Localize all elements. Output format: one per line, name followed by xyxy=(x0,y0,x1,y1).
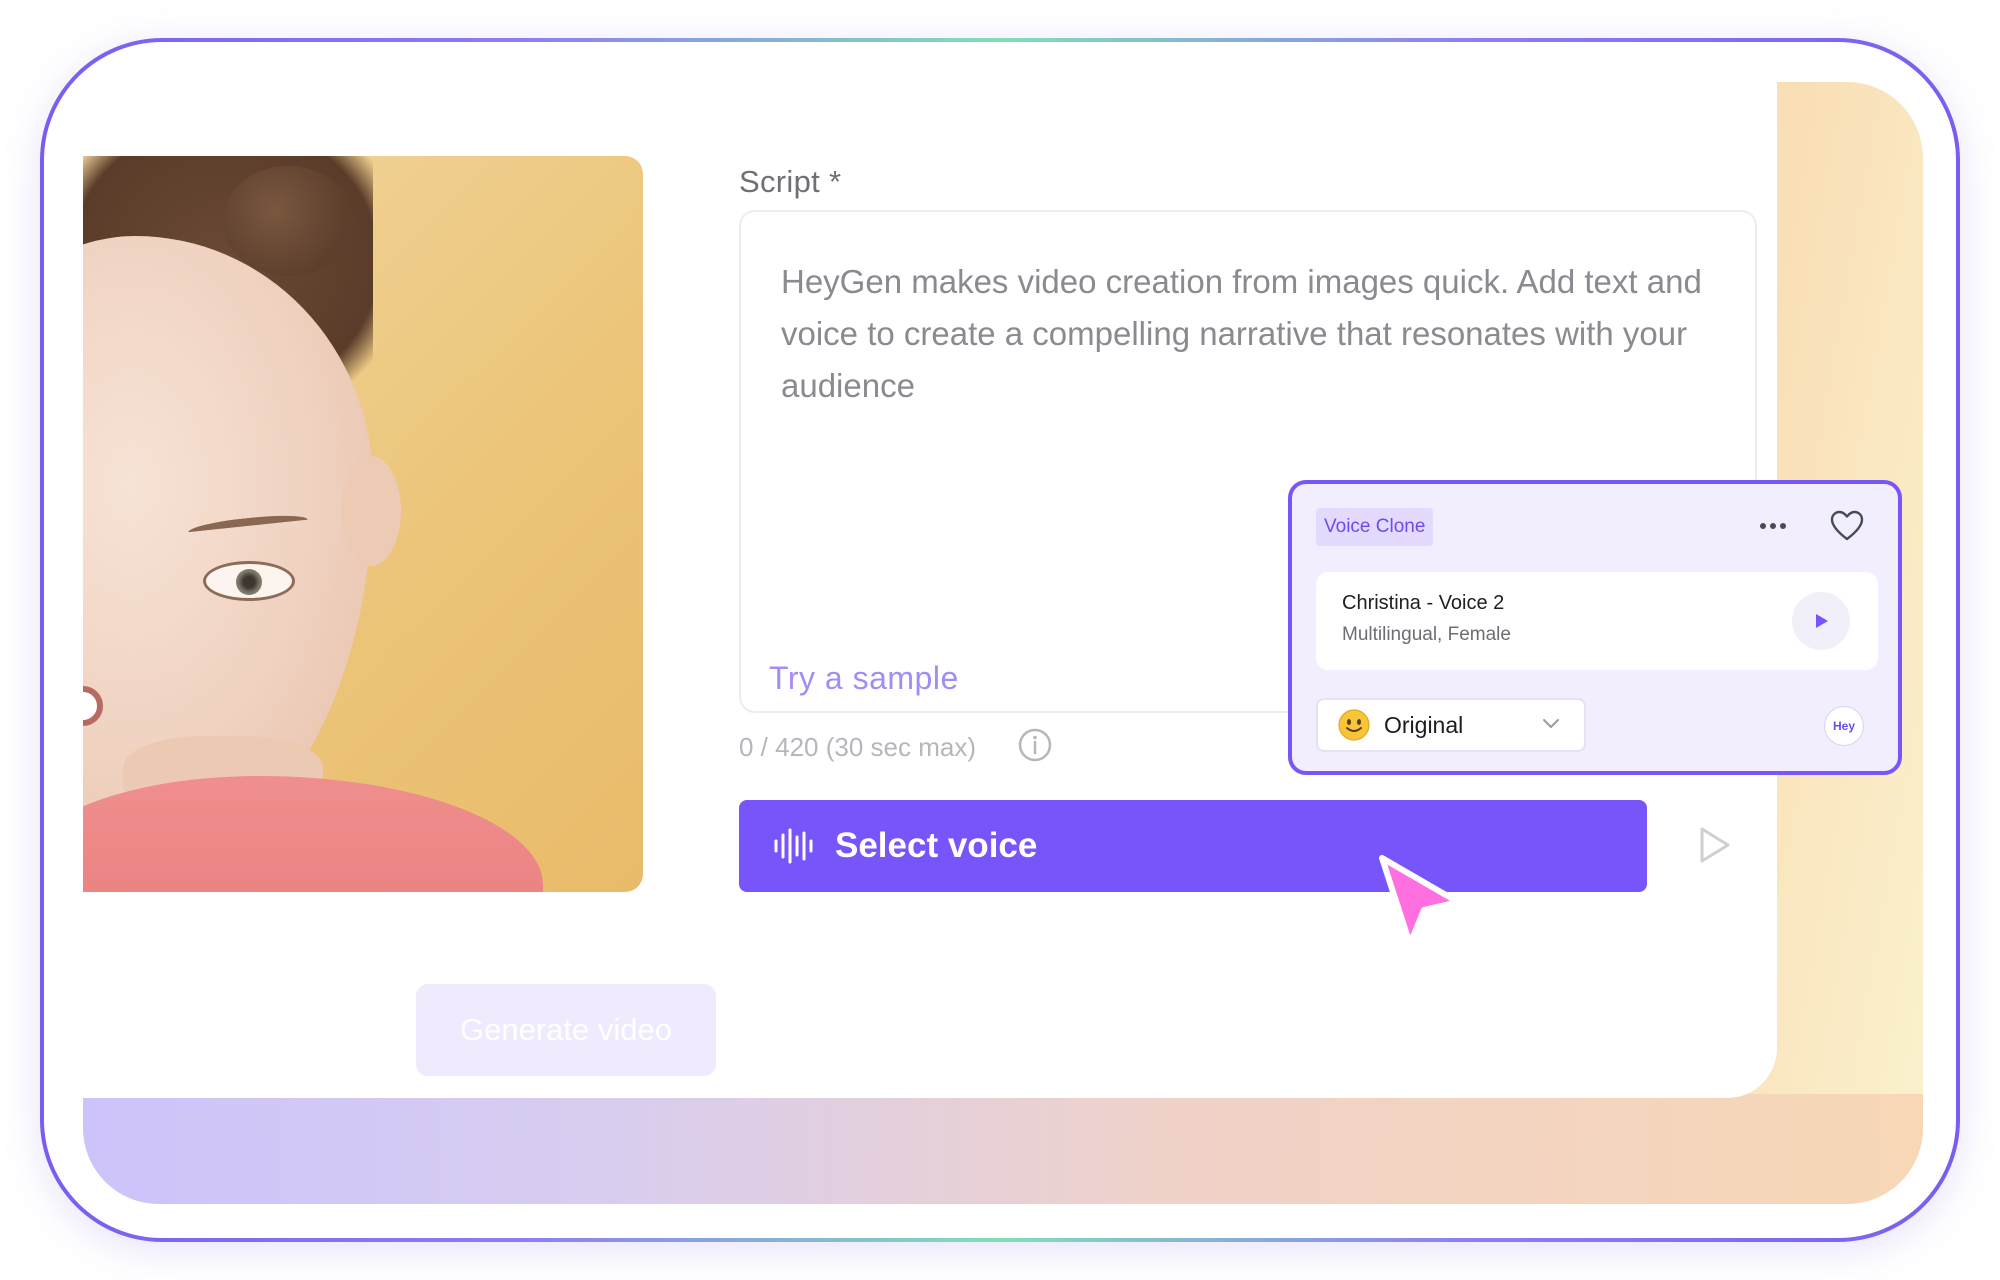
voice-card[interactable]: Christina - Voice 2 Multilingual, Female xyxy=(1316,572,1878,670)
smile-emoji-icon xyxy=(1338,709,1370,741)
avatar-ear xyxy=(341,456,401,566)
avatar-shirt xyxy=(83,776,543,892)
info-icon[interactable] xyxy=(1018,728,1052,762)
heygen-logo-text: Hey xyxy=(1832,719,1855,733)
voice-name: Christina - Voice 2 xyxy=(1342,592,1505,614)
voice-preview-play-button[interactable] xyxy=(1792,592,1850,650)
avatar-hair-bun xyxy=(223,166,353,276)
play-icon[interactable] xyxy=(1693,824,1735,866)
heygen-logo: Hey xyxy=(1824,706,1864,746)
select-voice-button[interactable]: Select voice xyxy=(739,800,1647,892)
try-sample-link[interactable]: Try a sample xyxy=(769,660,959,697)
script-label: Script * xyxy=(739,164,842,199)
character-counter: 0 / 420 (30 sec max) xyxy=(739,732,976,762)
chevron-down-icon xyxy=(1543,719,1559,728)
audio-wave-icon xyxy=(774,828,813,864)
voice-clone-badge: Voice Clone xyxy=(1316,508,1434,546)
avatar-eye xyxy=(203,561,295,601)
emotion-select-value: Original xyxy=(1384,711,1464,738)
voice-clone-popup: Voice Clone Christina - Voice 2 Multilin… xyxy=(1288,480,1902,775)
emotion-select[interactable]: Original xyxy=(1316,698,1586,752)
script-text[interactable]: HeyGen makes video creation from images … xyxy=(781,256,1711,412)
select-voice-label: Select voice xyxy=(835,826,1038,865)
app-frame: Script * HeyGen makes video creation fro… xyxy=(40,38,1960,1242)
play-icon xyxy=(1816,614,1828,628)
avatar-photo xyxy=(83,156,643,892)
more-dots-icon[interactable] xyxy=(1758,516,1788,536)
generate-video-button[interactable]: Generate video xyxy=(416,984,716,1076)
cursor-pointer-icon xyxy=(1379,855,1461,947)
app-frame-inner: Script * HeyGen makes video creation fro… xyxy=(44,42,1956,1238)
heart-icon[interactable] xyxy=(1830,510,1864,542)
voice-meta: Multilingual, Female xyxy=(1342,624,1511,645)
